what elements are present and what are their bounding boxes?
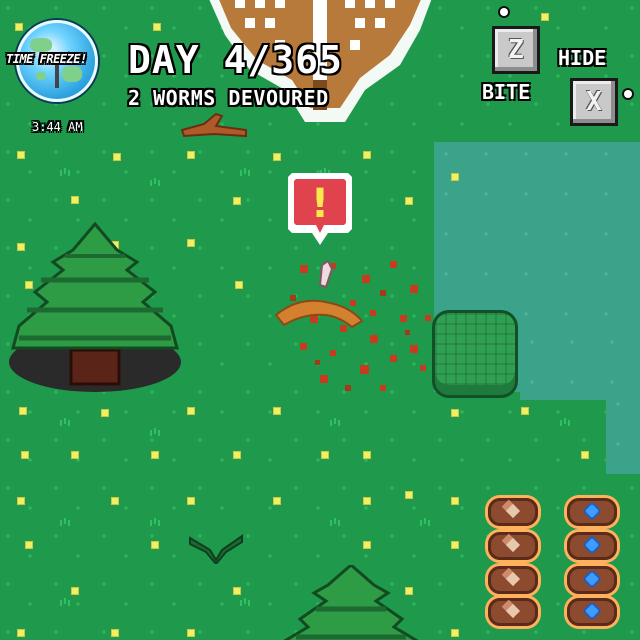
flower: [18, 406, 28, 416]
flower: [450, 172, 460, 182]
flower: [540, 12, 550, 22]
flower: [234, 280, 244, 290]
grass-tuft: [560, 420, 570, 426]
flower: [24, 540, 34, 550]
pine-tree-left: [9, 222, 181, 392]
water-slot: [567, 598, 617, 626]
flower: [112, 152, 122, 162]
twig: [180, 112, 247, 138]
game-scene: ! TIME FREEZE! 3:44 AM DAY 4/365 2 WORMS…: [0, 0, 640, 640]
grass-tuft: [240, 600, 250, 606]
pond-edge: [606, 392, 640, 474]
flower: [362, 450, 372, 460]
flower: [404, 490, 414, 500]
flower: [186, 628, 196, 638]
grass-tuft: [60, 520, 70, 526]
flower: [186, 238, 196, 248]
flower: [110, 496, 120, 506]
flower: [70, 195, 80, 205]
flower: [150, 540, 160, 550]
flower: [70, 586, 80, 596]
flower: [232, 450, 242, 460]
grass-tuft: [150, 430, 160, 436]
flower: [362, 496, 372, 506]
food-slot: [488, 532, 538, 560]
food-slot: [488, 598, 538, 626]
flower: [14, 22, 24, 32]
water-slot: [567, 566, 617, 594]
flower: [404, 196, 414, 206]
sprout: [189, 534, 243, 564]
grass-tuft: [60, 170, 70, 176]
grass-tuft: [330, 520, 340, 526]
flower: [362, 150, 372, 160]
food-slot: [488, 566, 538, 594]
grass-tuft: [420, 520, 430, 526]
pine-tree-bottom: [283, 565, 419, 640]
flower: [16, 496, 26, 506]
flower: [186, 406, 196, 416]
flower: [232, 586, 242, 596]
flower: [362, 540, 372, 550]
flower: [450, 408, 460, 418]
flower: [520, 406, 530, 416]
flower: [320, 450, 330, 460]
flower: [186, 496, 196, 506]
alert-bubble-icon: !: [288, 173, 352, 245]
grass-tuft: [150, 520, 160, 526]
grass-tuft: [150, 180, 160, 186]
flower: [580, 450, 590, 460]
worm-splatter: [274, 259, 431, 391]
water-slot: [567, 498, 617, 526]
water-slot: [567, 532, 617, 560]
flower: [152, 22, 162, 32]
grass-tuft: [240, 170, 250, 176]
flower: [272, 152, 282, 162]
day-counter: DAY 4/365: [128, 38, 343, 82]
flower: [20, 450, 30, 460]
sparkle-icon: [624, 90, 632, 98]
flower: [272, 496, 282, 506]
grass-tuft: [330, 420, 340, 426]
hide-label: HIDE: [558, 46, 607, 70]
hide-key-button[interactable]: X: [570, 78, 618, 126]
flower: [450, 628, 460, 638]
flower: [186, 150, 196, 160]
pond-lower: [520, 330, 640, 400]
time-freeze-label: TIME FREEZE!: [6, 52, 87, 66]
bite-label: BITE: [482, 80, 531, 104]
grass-tuft: [60, 420, 70, 426]
flower: [70, 450, 80, 460]
alert-symbol: !: [311, 181, 329, 227]
flower: [450, 496, 460, 506]
flower: [16, 150, 26, 160]
flower: [16, 628, 26, 638]
grass-tuft: [60, 600, 70, 606]
food-slot: [488, 498, 538, 526]
flower: [450, 540, 460, 550]
flower: [110, 628, 120, 638]
sparkle-icon: [500, 8, 508, 16]
flower: [232, 196, 242, 206]
worms-counter: 2 WORMS DEVOURED: [128, 86, 329, 110]
clock-time: 3:44 AM: [32, 120, 83, 134]
flower: [100, 408, 110, 418]
flower: [150, 450, 160, 460]
bite-key-button[interactable]: Z: [492, 26, 540, 74]
